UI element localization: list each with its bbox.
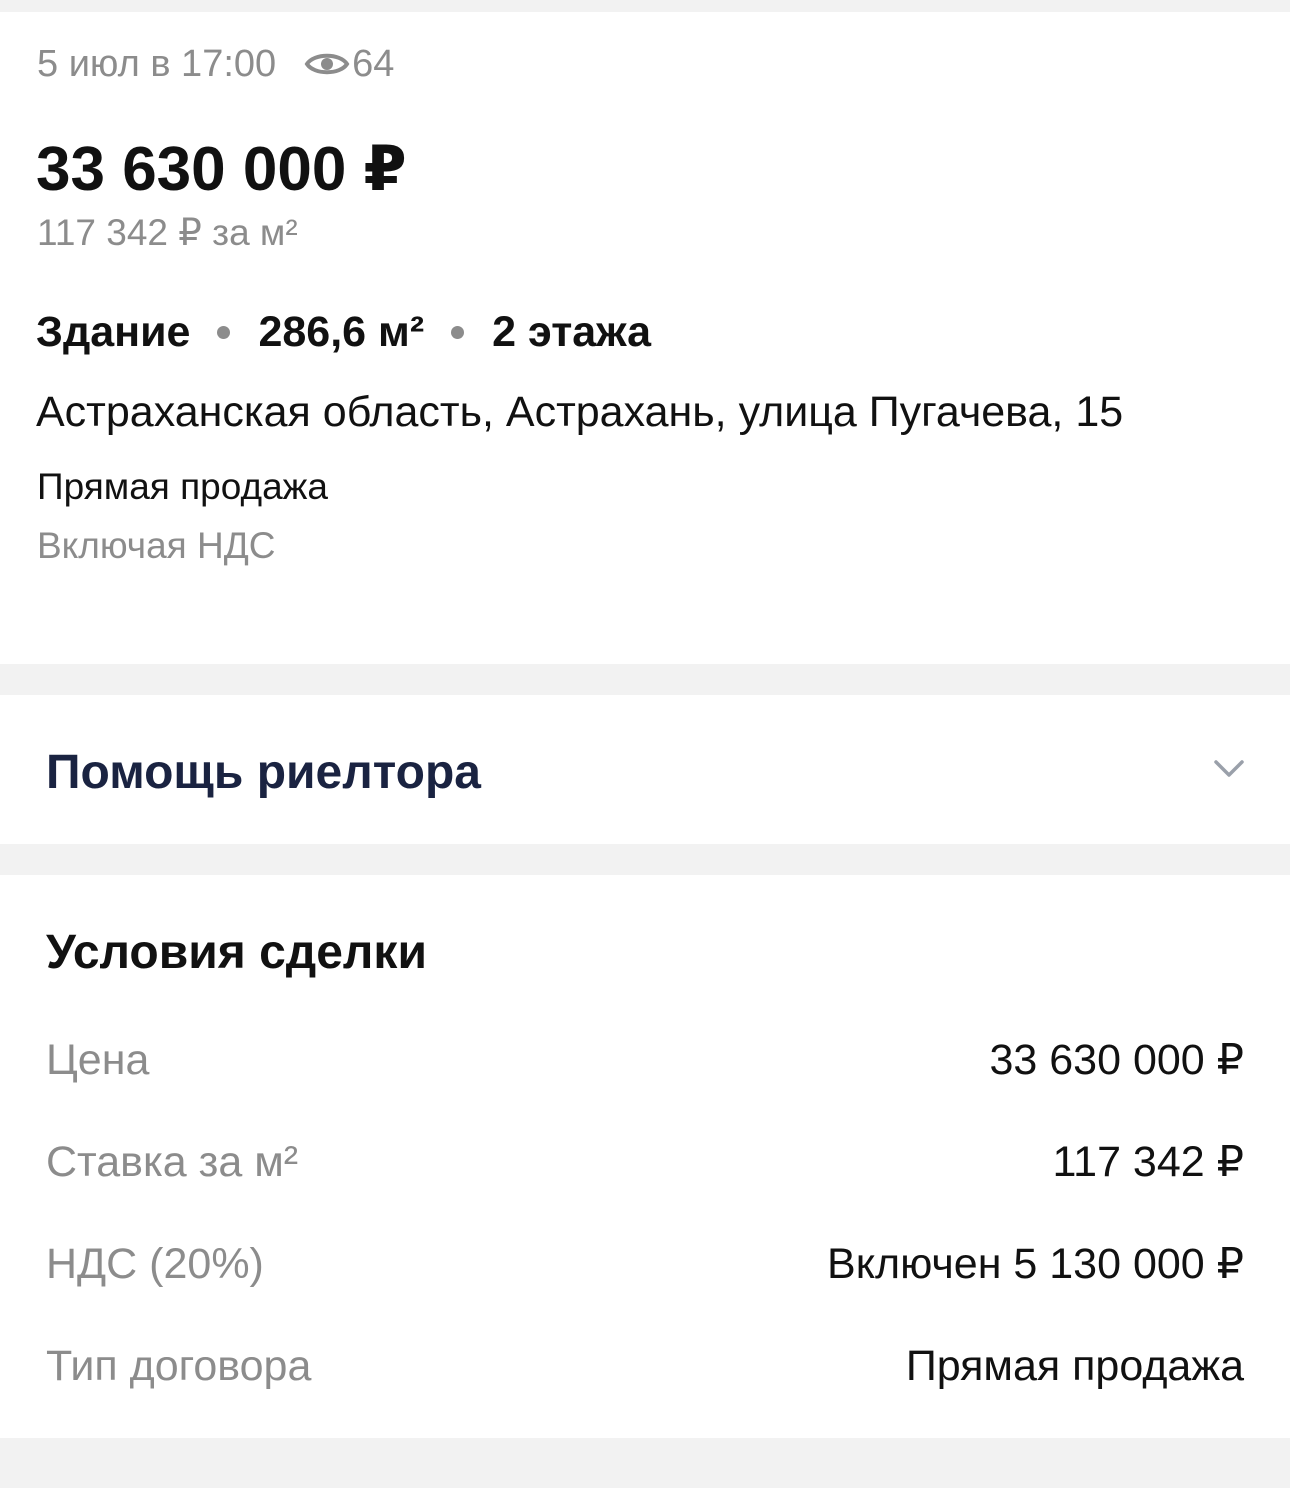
deal-terms-title: Условия сделки <box>46 926 427 979</box>
chevron-down-icon[interactable] <box>1208 753 1250 783</box>
deal-row-label: НДС (20%) <box>46 1239 264 1288</box>
separator-dot <box>217 325 231 339</box>
eye-icon <box>304 53 350 75</box>
views-count: 64 <box>352 42 395 85</box>
deal-row-contract-type: Тип договора Прямая продажа <box>46 1336 1244 1396</box>
deal-row-value: 33 630 000 ₽ <box>989 1036 1244 1084</box>
realtor-help-accordion[interactable]: Помощь риелтора <box>0 695 1290 844</box>
listing-price: 33 630 000 ₽ <box>36 135 407 204</box>
listing-meta: 5 июл в 17:00 64 <box>37 42 394 86</box>
deal-row-value: Включен 5 130 000 ₽ <box>827 1240 1244 1288</box>
feature-type: Здание <box>36 308 191 356</box>
deal-row-vat: НДС (20%) Включен 5 130 000 ₽ <box>46 1234 1244 1294</box>
deal-row-label: Цена <box>46 1035 150 1084</box>
feature-area: 286,6 м² <box>258 308 425 356</box>
listing-summary-card: 5 июл в 17:00 64 33 630 000 ₽ 117 342 ₽ … <box>0 12 1290 664</box>
deal-row-rate: Ставка за м² 117 342 ₽ <box>46 1132 1244 1192</box>
listing-address[interactable]: Астраханская область, Астрахань, улица П… <box>36 384 1123 440</box>
deal-row-label: Ставка за м² <box>46 1137 299 1186</box>
separator-dot <box>451 325 465 339</box>
publish-date: 5 июл в 17:00 <box>37 42 277 85</box>
deal-row-value: 117 342 ₽ <box>1052 1138 1244 1186</box>
listing-features: Здание 286,6 м² 2 этажа <box>36 304 651 360</box>
deal-row-value: Прямая продажа <box>905 1341 1244 1390</box>
sale-type: Прямая продажа <box>37 466 328 507</box>
realtor-help-title[interactable]: Помощь риелтора <box>46 743 481 803</box>
price-per-square-meter: 117 342 ₽ за м² <box>37 212 298 253</box>
views-counter: 64 <box>304 43 394 86</box>
deal-row-price: Цена 33 630 000 ₽ <box>46 1030 1244 1090</box>
deal-row-label: Тип договора <box>46 1341 312 1390</box>
deal-terms-card: Условия сделки Цена 33 630 000 ₽ Ставка … <box>0 875 1290 1438</box>
feature-floors: 2 этажа <box>492 308 652 356</box>
vat-note: Включая НДС <box>37 525 276 566</box>
